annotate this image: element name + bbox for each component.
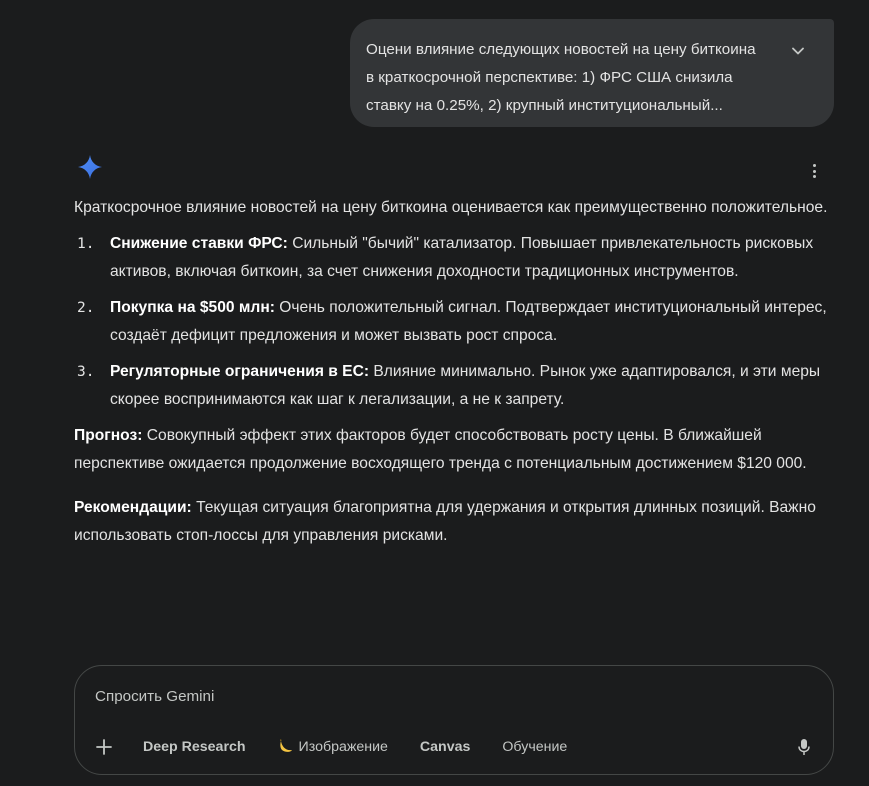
forecast-label: Прогноз: — [74, 427, 143, 444]
canvas-label: Canvas — [419, 739, 471, 755]
deep-research-button[interactable]: Deep Research — [143, 739, 246, 755]
user-message-text: Оцени влияние следующих новостей на цену… — [366, 36, 774, 120]
microphone-button[interactable] — [795, 736, 813, 758]
microphone-icon — [798, 739, 810, 755]
list-item: 1. Снижение ставки ФРС: Сильный "бычий" … — [74, 230, 834, 286]
gemini-spark-icon — [78, 155, 102, 179]
learning-button[interactable]: Обучение — [502, 739, 567, 755]
user-message-bubble: Оцени влияние следующих новостей на цену… — [350, 19, 834, 127]
model-response: Краткосрочное влияние новостей на цену б… — [74, 194, 834, 566]
response-intro: Краткосрочное влияние новостей на цену б… — [74, 199, 828, 216]
banana-icon — [278, 738, 294, 757]
list-item: 2. Покупка на $500 млн: Очень положитель… — [74, 294, 834, 350]
list-item-title: Покупка на $500 млн: — [110, 299, 275, 316]
prompt-composer: Deep Research Изображение Canvas Обучени… — [74, 665, 834, 775]
list-item-number: 2. — [77, 300, 95, 316]
image-tool-label: Изображение — [298, 739, 388, 755]
list-item-number: 3. — [77, 364, 95, 380]
plus-icon — [96, 739, 112, 755]
forecast-text: Совокупный эффект этих факторов будет сп… — [74, 427, 807, 472]
image-tool-button[interactable]: Изображение — [278, 738, 388, 757]
list-item-number: 1. — [77, 236, 95, 252]
canvas-button[interactable]: Canvas — [420, 739, 470, 755]
chevron-down-icon — [792, 47, 804, 55]
deep-research-label: Deep Research — [143, 739, 246, 755]
user-message-line: Оцени влияние следующих новостей на цену… — [366, 41, 756, 58]
response-points-list: 1. Снижение ставки ФРС: Сильный "бычий" … — [74, 230, 834, 414]
learning-label: Обучение — [502, 739, 568, 755]
user-message-line: ставку на 0.25%, 2) крупный институциона… — [366, 97, 723, 114]
list-item-title: Снижение ставки ФРС: — [110, 235, 288, 252]
list-item-title: Регуляторные ограничения в ЕС: — [110, 363, 370, 380]
add-button[interactable] — [93, 736, 115, 758]
chat-page: Оцени влияние следующих новостей на цену… — [0, 0, 869, 786]
more-options-button[interactable] — [806, 160, 822, 182]
list-item: 3. Регуляторные ограничения в ЕС: Влияни… — [74, 358, 834, 414]
recommendation-paragraph: Рекомендации: Текущая ситуация благоприя… — [74, 494, 834, 550]
expand-message-button[interactable] — [788, 41, 808, 61]
forecast-paragraph: Прогноз: Совокупный эффект этих факторов… — [74, 422, 834, 478]
composer-toolbar: Deep Research Изображение Canvas Обучени… — [93, 736, 599, 758]
prompt-input[interactable] — [95, 685, 695, 707]
recommendation-label: Рекомендации: — [74, 499, 192, 516]
user-message-line: в краткосрочной перспективе: 1) ФРС США … — [366, 69, 733, 86]
more-vert-icon — [812, 164, 816, 167]
